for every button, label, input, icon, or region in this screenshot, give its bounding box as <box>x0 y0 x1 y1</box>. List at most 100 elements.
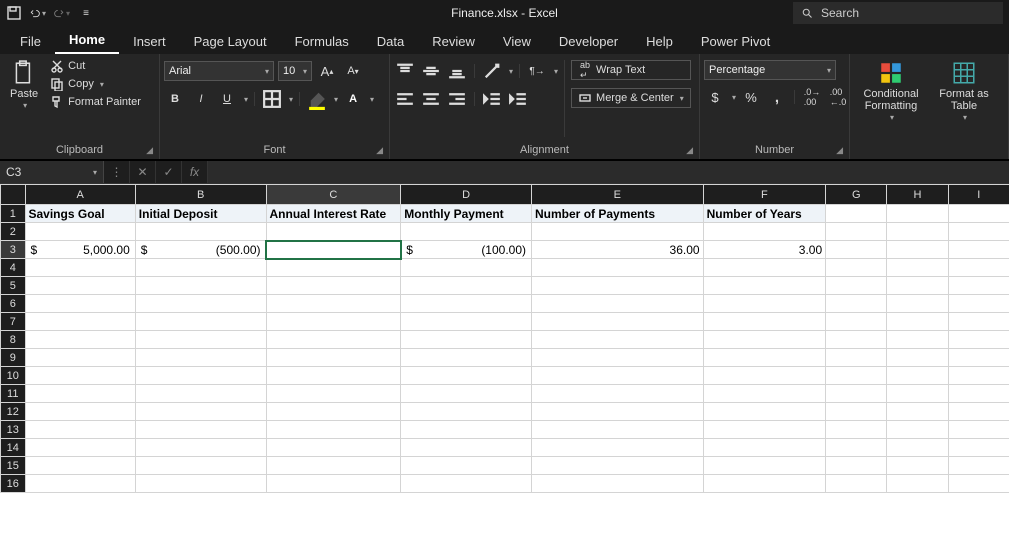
col-header-E[interactable]: E <box>532 185 704 205</box>
row-header-16[interactable]: 16 <box>1 475 26 493</box>
cell-C3[interactable] <box>266 241 401 259</box>
row-header-3[interactable]: 3 <box>1 241 26 259</box>
cell-I11[interactable] <box>948 385 1009 403</box>
col-header-H[interactable]: H <box>887 185 948 205</box>
tab-page-layout[interactable]: Page Layout <box>180 29 281 54</box>
cell-E7[interactable] <box>532 313 704 331</box>
format-as-table-button[interactable]: Format as Table▾ <box>932 56 996 127</box>
merge-center-button[interactable]: Merge & Center▾ <box>571 88 691 108</box>
cell-I4[interactable] <box>948 259 1009 277</box>
cell-G13[interactable] <box>826 421 887 439</box>
cell-D12[interactable] <box>401 403 532 421</box>
confirm-formula-icon[interactable]: ✓ <box>156 161 182 183</box>
italic-button[interactable]: I <box>190 88 212 110</box>
font-launcher-icon[interactable]: ◢ <box>376 145 383 156</box>
undo-icon[interactable]: ▾ <box>30 5 46 21</box>
cell-F8[interactable] <box>703 331 826 349</box>
col-header-D[interactable]: D <box>401 185 532 205</box>
cell-F14[interactable] <box>703 439 826 457</box>
cell-D16[interactable] <box>401 475 532 493</box>
cell-G11[interactable] <box>826 385 887 403</box>
cell-B2[interactable] <box>135 223 266 241</box>
number-launcher-icon[interactable]: ◢ <box>836 145 843 156</box>
cell-A11[interactable] <box>25 385 135 403</box>
tab-data[interactable]: Data <box>363 29 418 54</box>
name-box-dropdown-icon[interactable]: ▾ <box>93 168 97 177</box>
cell-A14[interactable] <box>25 439 135 457</box>
cell-H2[interactable] <box>887 223 948 241</box>
cell-A3[interactable]: $5,000.00 <box>25 241 135 259</box>
cell-C11[interactable] <box>266 385 401 403</box>
cell-B4[interactable] <box>135 259 266 277</box>
search-box[interactable]: Search <box>793 2 1003 24</box>
cell-F7[interactable] <box>703 313 826 331</box>
col-header-A[interactable]: A <box>25 185 135 205</box>
select-all-corner[interactable] <box>1 185 26 205</box>
cell-F3[interactable]: 3.00 <box>703 241 826 259</box>
tab-file[interactable]: File <box>6 29 55 54</box>
cell-I9[interactable] <box>948 349 1009 367</box>
cell-C14[interactable] <box>266 439 401 457</box>
col-header-I[interactable]: I <box>948 185 1009 205</box>
cell-B16[interactable] <box>135 475 266 493</box>
cell-F9[interactable] <box>703 349 826 367</box>
increase-decimal-icon[interactable]: .0→.00 <box>801 86 823 108</box>
font-name-dropdown[interactable]: Arial▾ <box>164 61 274 81</box>
tab-developer[interactable]: Developer <box>545 29 632 54</box>
borders-icon[interactable] <box>261 88 283 110</box>
cell-D7[interactable] <box>401 313 532 331</box>
row-header-5[interactable]: 5 <box>1 277 26 295</box>
tab-review[interactable]: Review <box>418 29 489 54</box>
cell-B6[interactable] <box>135 295 266 313</box>
cell-G6[interactable] <box>826 295 887 313</box>
conditional-formatting-button[interactable]: Conditional Formatting▾ <box>854 56 928 127</box>
orientation-icon[interactable] <box>481 60 503 82</box>
cell-A10[interactable] <box>25 367 135 385</box>
cell-D15[interactable] <box>401 457 532 475</box>
cell-D4[interactable] <box>401 259 532 277</box>
cell-I2[interactable] <box>948 223 1009 241</box>
cell-H5[interactable] <box>887 277 948 295</box>
save-icon[interactable] <box>6 5 22 21</box>
cell-A2[interactable] <box>25 223 135 241</box>
clipboard-launcher-icon[interactable]: ◢ <box>146 145 153 156</box>
increase-indent-icon[interactable] <box>507 88 529 110</box>
cell-A12[interactable] <box>25 403 135 421</box>
redo-icon[interactable]: ▾ <box>54 5 70 21</box>
alignment-launcher-icon[interactable]: ◢ <box>686 145 693 156</box>
cell-B13[interactable] <box>135 421 266 439</box>
cell-C2[interactable] <box>266 223 401 241</box>
cell-F1[interactable]: Number of Years <box>703 205 826 223</box>
cell-I15[interactable] <box>948 457 1009 475</box>
cell-D11[interactable] <box>401 385 532 403</box>
accounting-format-icon[interactable]: $ <box>704 86 726 108</box>
cut-button[interactable]: Cut <box>48 58 143 74</box>
col-header-F[interactable]: F <box>703 185 826 205</box>
col-header-G[interactable]: G <box>826 185 887 205</box>
cell-B11[interactable] <box>135 385 266 403</box>
cell-D2[interactable] <box>401 223 532 241</box>
cell-A7[interactable] <box>25 313 135 331</box>
row-header-1[interactable]: 1 <box>1 205 26 223</box>
cell-A16[interactable] <box>25 475 135 493</box>
row-header-12[interactable]: 12 <box>1 403 26 421</box>
cell-I3[interactable] <box>948 241 1009 259</box>
format-painter-button[interactable]: Format Painter <box>48 94 143 110</box>
cell-B14[interactable] <box>135 439 266 457</box>
cell-C6[interactable] <box>266 295 401 313</box>
row-header-4[interactable]: 4 <box>1 259 26 277</box>
cell-E8[interactable] <box>532 331 704 349</box>
fx-icon[interactable]: fx <box>182 161 208 183</box>
worksheet[interactable]: ABCDEFGHI1Savings GoalInitial DepositAnn… <box>0 184 1009 540</box>
cell-A6[interactable] <box>25 295 135 313</box>
cell-D13[interactable] <box>401 421 532 439</box>
cell-G14[interactable] <box>826 439 887 457</box>
row-header-8[interactable]: 8 <box>1 331 26 349</box>
cell-F10[interactable] <box>703 367 826 385</box>
cell-G16[interactable] <box>826 475 887 493</box>
cell-A15[interactable] <box>25 457 135 475</box>
cell-G5[interactable] <box>826 277 887 295</box>
cell-H10[interactable] <box>887 367 948 385</box>
cell-F6[interactable] <box>703 295 826 313</box>
cell-B7[interactable] <box>135 313 266 331</box>
